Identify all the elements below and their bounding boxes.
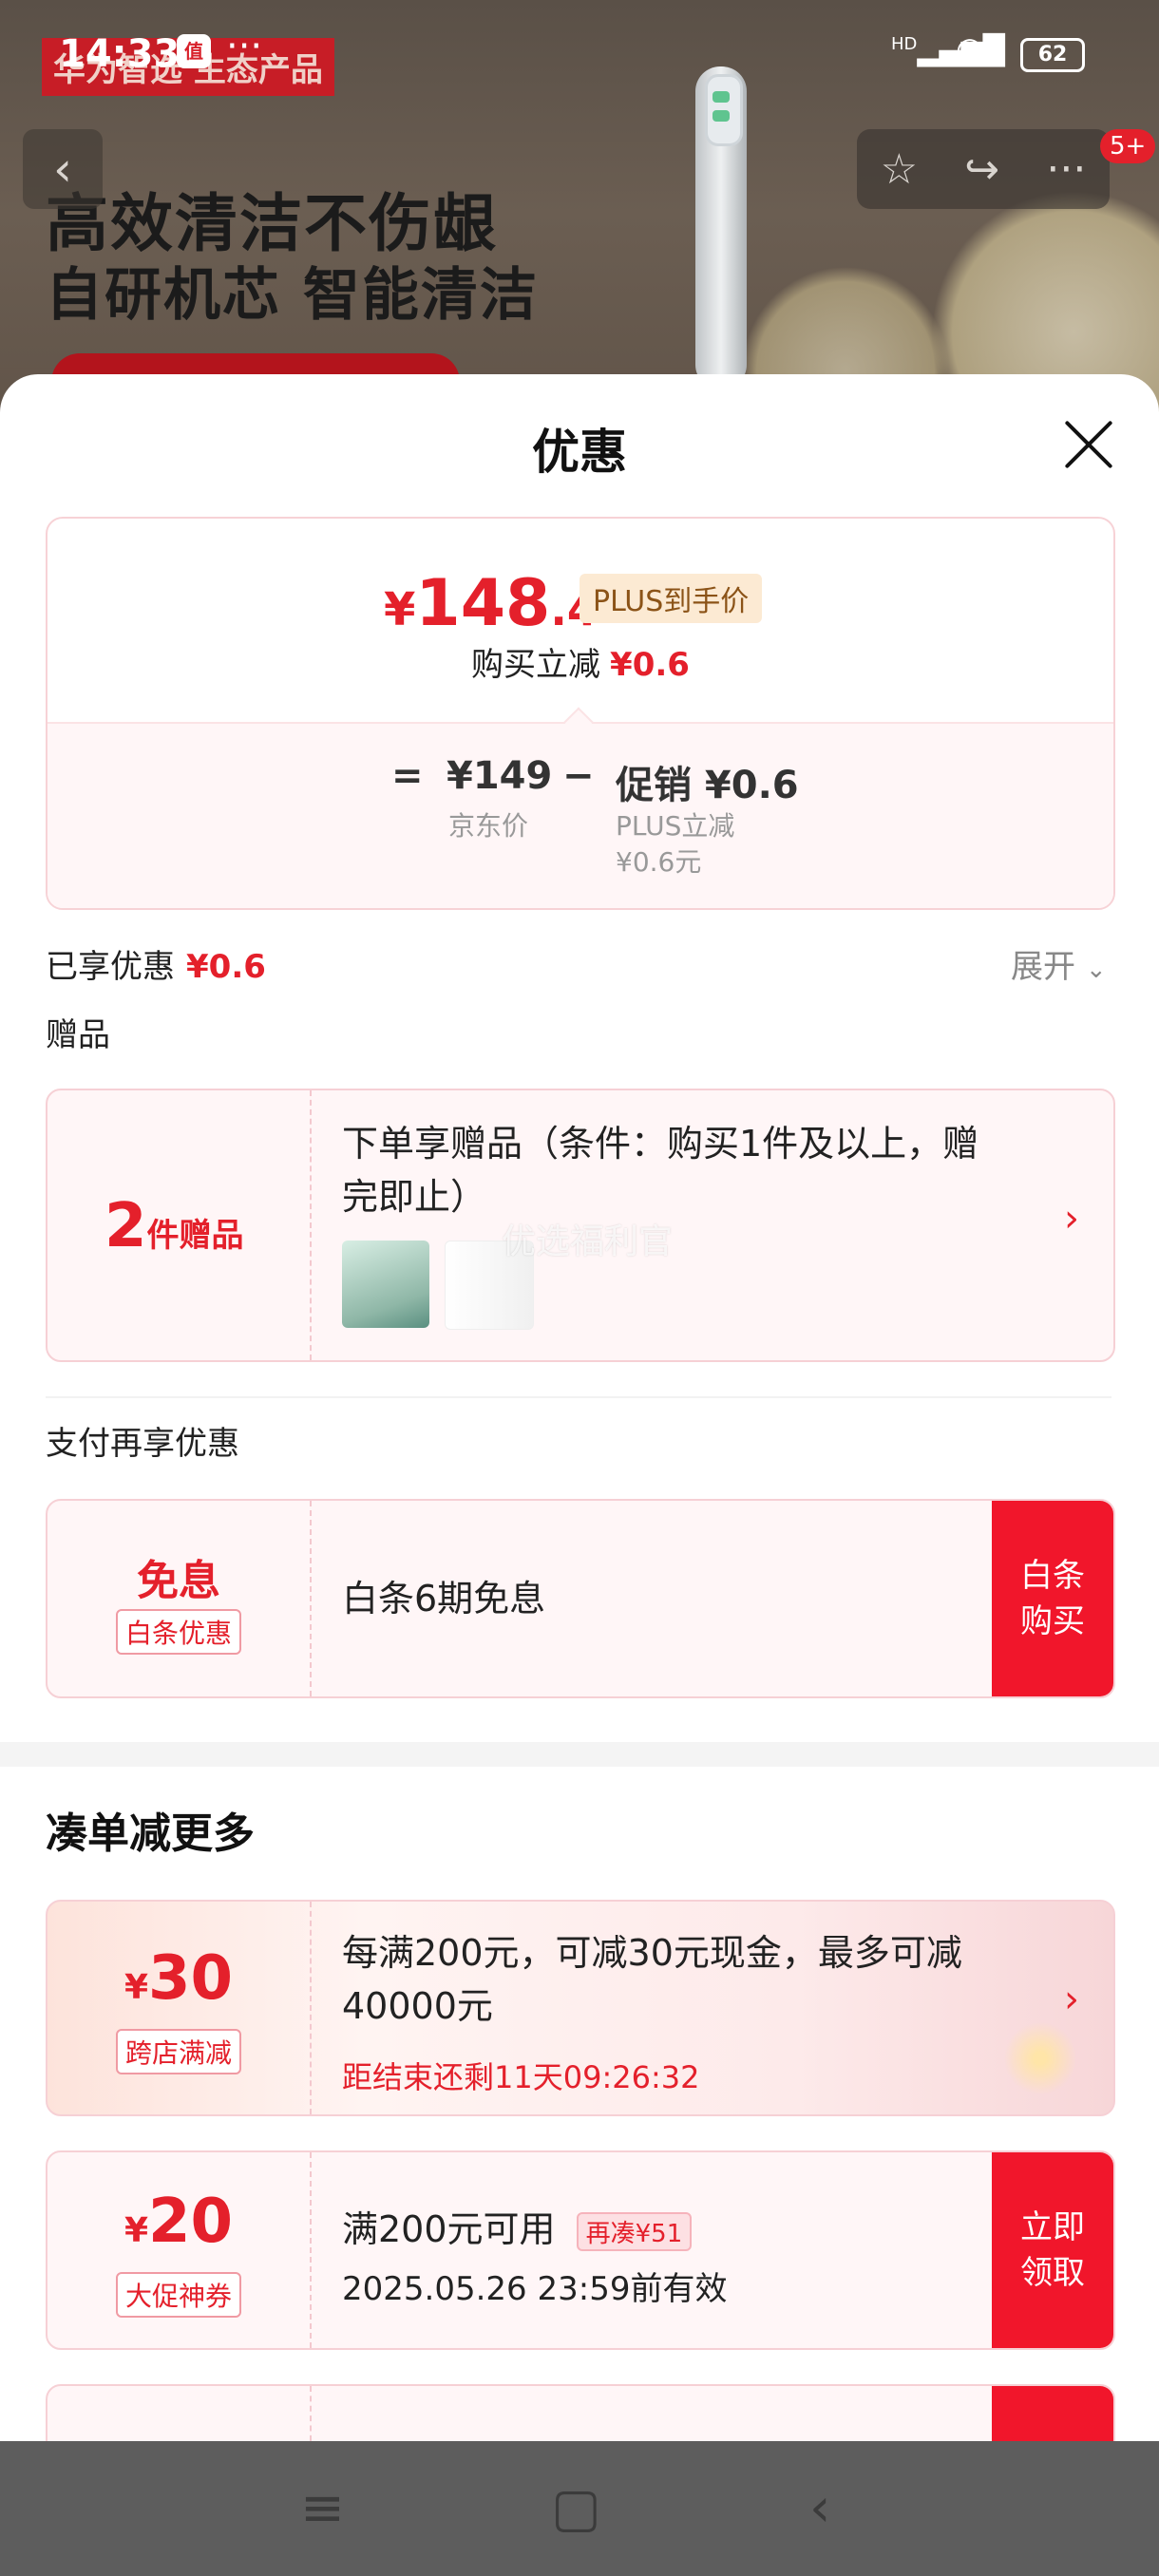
bristle-indicator (712, 110, 730, 122)
home-icon[interactable]: ▢ (551, 2477, 601, 2539)
minus-sign: − (562, 754, 595, 798)
cross-store-description: 每满200元，可减30元现金，最多可减40000元 (342, 1932, 962, 2027)
claim-coupon-label: 立即领取 (1020, 2208, 1085, 2292)
price-integer: 148 (415, 566, 551, 641)
cross-store-countdown: 距结束还剩11天09:26:32 (342, 2059, 700, 2095)
star-icon[interactable]: ☆ (881, 145, 918, 194)
applied-discount-value: ¥0.6 (186, 948, 266, 986)
app-notification-icon: 值 (177, 34, 211, 68)
promo-coupon-tag-wrap: 大促神券 (48, 2272, 310, 2318)
price-summary-card: ¥ 148 .4 PLUS到手价 购买立减 ¥0.6 = ¥149 京东价 − 促… (46, 517, 1115, 910)
need-more-tag: 再凑¥51 (576, 2212, 693, 2251)
divider (46, 1396, 1112, 1398)
final-price: ¥ 148 .4 (384, 566, 598, 641)
sheet-title: 优惠 (532, 425, 627, 480)
promo-coupon-validity: 2025.05.26 23:59前有效 (342, 2270, 728, 2308)
claim-coupon-button[interactable]: 立即领取 (992, 2152, 1113, 2348)
promo-coupon-tag: 大促神券 (115, 2272, 241, 2318)
instant-discount-label: 购买立减 (471, 646, 601, 684)
plus-price-tag: PLUS到手价 (580, 574, 763, 623)
status-time: 14:33 (59, 32, 180, 76)
promo-coupon-value: 20 (148, 2187, 234, 2257)
promo-coupon-amount: ¥20 (48, 2187, 310, 2257)
gift-count-unit: 件赠品 (146, 1217, 244, 1255)
gift-count-number: 2 (104, 1191, 147, 1261)
cross-store-tag-wrap: 跨店满减 (48, 2029, 310, 2074)
cross-store-discount-card[interactable]: ¥30 跨店满减 每满200元，可减30元现金，最多可减40000元 距结束还剩… (46, 1900, 1115, 2116)
system-navigation-bar: ≡ ▢ ‹ (0, 2441, 1159, 2576)
offers-sheet: 优惠 ¥ 148 .4 PLUS到手价 购买立减 ¥0.6 = ¥149 京东价 … (0, 374, 1159, 2576)
price-breakdown (48, 722, 1113, 908)
status-bar: 14:33 值 ··· HD▂▄▆█ ◠ 62 (0, 0, 1159, 104)
applied-discount: 已享优惠 ¥0.6 (46, 940, 266, 987)
interest-free-label: 免息 (137, 1557, 220, 1605)
price-currency: ¥ (384, 583, 416, 636)
cross-store-currency: ¥ (124, 1968, 148, 2007)
back-nav-icon[interactable]: ‹ (809, 2477, 830, 2539)
plus-discount-label: PLUS立减 (616, 810, 735, 842)
close-icon[interactable] (1060, 416, 1117, 473)
section-separator (0, 1742, 1159, 1767)
baitiao-card: 免息 白条优惠 白条6期免息 白条购买 (46, 1499, 1115, 1698)
expand-button[interactable]: 展开 ⌄ (1011, 940, 1107, 987)
page-actions: ☆ ↪ ··· (857, 129, 1110, 209)
promo-coupon-card: ¥20 大促神券 满200元可用 再凑¥51 2025.05.26 23:59前… (46, 2150, 1115, 2350)
baitiao-tag: 白条优惠 (115, 1609, 241, 1655)
share-icon[interactable]: ↪ (964, 145, 999, 194)
jd-price-label: 京东价 (448, 810, 529, 842)
watermark: 优选福利官 (502, 1222, 674, 1261)
message-badge: 5+ (1100, 129, 1156, 163)
equals-sign: = (391, 754, 424, 798)
signal-icon: HD▂▄▆█ (891, 34, 1005, 67)
more-notifications-icon: ··· (226, 25, 263, 68)
back-icon[interactable]: ‹ (23, 129, 103, 209)
gift-description: 下单享赠品（条件：购买1件及以上，赠完即止） (342, 1123, 979, 1218)
more-icon[interactable]: ··· (1046, 145, 1086, 194)
cross-store-value: 30 (148, 1943, 234, 2014)
chevron-down-icon: ⌄ (1085, 956, 1107, 984)
cross-store-amount: ¥30 (48, 1943, 310, 2014)
chevron-right-icon: › (1064, 1978, 1079, 2021)
gift-count: 2件赠品 (104, 1191, 244, 1261)
plus-discount-value: ¥0.6元 (616, 846, 702, 878)
instant-discount-value: ¥0.6 (610, 646, 690, 684)
wifi-icon: ◠ (956, 30, 984, 68)
network-type: HD (891, 34, 918, 54)
menu-icon[interactable]: ≡ (300, 2477, 345, 2539)
product-subheadline: 自研机芯 智能清洁 (46, 262, 539, 329)
gift-card[interactable]: 2件赠品 下单享赠品（条件：购买1件及以上，赠完即止） 优选福利官 › (46, 1089, 1115, 1362)
baitiao-buy-button[interactable]: 白条购买 (992, 1501, 1113, 1696)
gift-section-title: 赠品 (46, 1016, 110, 1054)
jd-price: ¥149 (446, 754, 553, 798)
promo-coupon-currency: ¥ (124, 2211, 148, 2250)
baitiao-tag-wrap: 白条优惠 (48, 1609, 310, 1655)
chevron-right-icon: › (1064, 1197, 1079, 1241)
firework-decoration (998, 2016, 1083, 2101)
baitiao-description: 白条6期免息 (342, 1578, 546, 1619)
gift-thumbnail-brush-cup (342, 1241, 429, 1328)
promo-coupon-description: 满200元可用 (342, 2208, 556, 2250)
applied-discount-label: 已享优惠 (46, 948, 175, 986)
promo-coupon-condition: 满200元可用 再凑¥51 (342, 2200, 693, 2252)
cross-store-tag: 跨店满减 (115, 2029, 241, 2074)
battery-icon: 62 (1020, 38, 1085, 72)
collect-section-title: 凑单减更多 (46, 1809, 255, 1858)
pay-section-title: 支付再享优惠 (46, 1425, 239, 1463)
baitiao-buy-label: 白条购买 (1020, 1557, 1085, 1640)
expand-label: 展开 (1011, 948, 1075, 986)
promotion-amount: 促销 ¥0.6 (616, 764, 799, 807)
instant-discount: 购买立减 ¥0.6 (48, 638, 1113, 685)
